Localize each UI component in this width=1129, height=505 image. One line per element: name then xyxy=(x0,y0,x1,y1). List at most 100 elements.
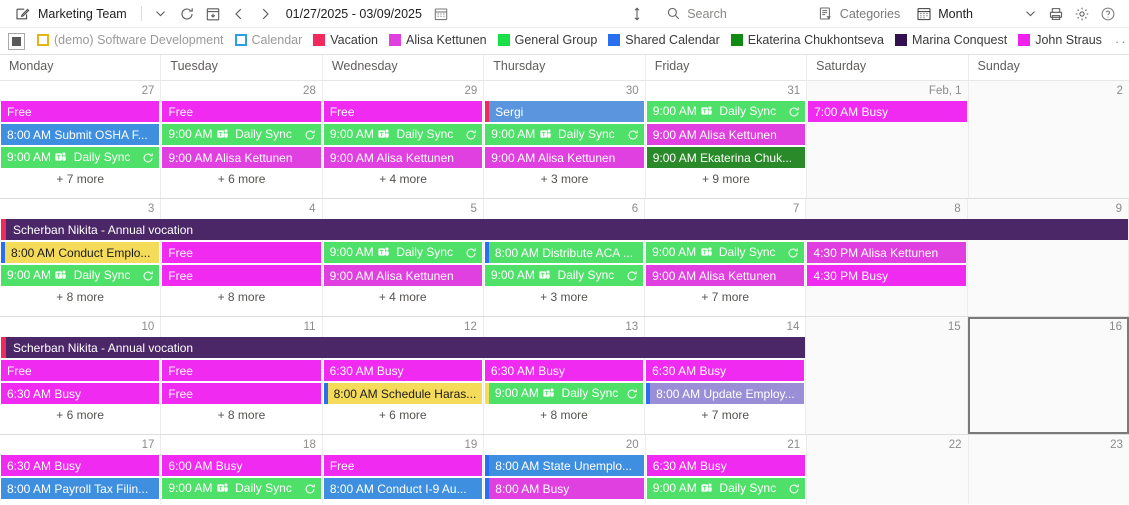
day-number[interactable]: 19 xyxy=(323,435,483,455)
calendar-event[interactable]: 8:00 AM Busy xyxy=(485,478,644,499)
calendar-event[interactable]: 8:00 AM Conduct Emplo... xyxy=(1,242,160,263)
day-cell[interactable]: 21 6:30 AM Busy 9:00 AM Daily Sync xyxy=(645,435,808,504)
more-events-link[interactable]: + 9 more xyxy=(646,170,806,186)
calendar-event[interactable]: 6:30 AM Busy xyxy=(646,360,805,381)
calendar-event[interactable]: 9:00 AM Alisa Kettunen xyxy=(485,147,644,168)
more-events-link[interactable]: + 8 more xyxy=(0,288,160,304)
more-events-link[interactable]: + 8 more xyxy=(161,288,321,304)
more-events-link[interactable]: + 7 more xyxy=(645,288,805,304)
calendar-event[interactable]: 9:00 AM Alisa Kettunen xyxy=(646,265,805,286)
day-number[interactable]: 17 xyxy=(0,435,160,455)
day-cell[interactable]: 15 xyxy=(806,317,968,434)
calendar-event[interactable]: Free xyxy=(162,101,321,122)
day-cell[interactable]: 23 xyxy=(968,435,1129,504)
day-number[interactable]: 3 xyxy=(0,199,160,219)
more-events-link[interactable]: + 7 more xyxy=(0,170,160,186)
refresh-icon[interactable] xyxy=(174,1,200,27)
day-number[interactable]: 28 xyxy=(161,81,321,101)
legend-item[interactable]: John Straus xyxy=(1018,33,1102,47)
day-cell[interactable]: 14 6:30 AM Busy 8:00 AM Update Employ... + … xyxy=(645,317,807,434)
day-cell[interactable]: 19 Free 8:00 AM Conduct I-9 Au... xyxy=(322,435,485,504)
day-cell[interactable]: 4 Free Free + 8 more xyxy=(161,199,323,316)
more-events-link[interactable]: + 6 more xyxy=(161,170,321,186)
day-number[interactable]: 20 xyxy=(484,435,644,455)
calendar-event[interactable]: 9:00 AM Daily Sync xyxy=(646,478,806,499)
calendar-event[interactable]: 8:00 AM Schedule Haras... xyxy=(323,383,482,404)
calendar-event[interactable]: 7:00 AM Busy xyxy=(808,101,967,122)
categories-button[interactable]: Categories xyxy=(813,1,904,27)
calendar-event[interactable]: 9:00 AM Ekaterina Chuk... xyxy=(646,147,806,168)
view-selector[interactable]: Month xyxy=(910,1,977,27)
day-number[interactable]: 15 xyxy=(806,317,966,337)
legend-item[interactable]: Vacation xyxy=(313,33,378,47)
all-calendars-toggle[interactable] xyxy=(8,32,25,50)
calendar-event[interactable]: 9:00 AM Daily Sync xyxy=(1,147,160,168)
legend-item[interactable]: General Group xyxy=(497,33,597,47)
legend-item[interactable]: Marina Conquest xyxy=(895,33,1007,47)
search-box[interactable]: Search xyxy=(660,1,731,27)
calendar-event[interactable]: 6:30 AM Busy xyxy=(484,360,644,381)
day-number[interactable]: 21 xyxy=(646,435,806,455)
more-events-link[interactable]: + 8 more xyxy=(161,406,321,422)
calendar-event[interactable]: 9:00 AM Daily Sync xyxy=(323,242,482,263)
day-cell[interactable]: 28 Free 9:00 AM Daily Sync 9:00 AM Alisa Ke… xyxy=(161,81,323,198)
day-cell[interactable]: 12 6:30 AM Busy 8:00 AM Schedule Haras... +… xyxy=(322,317,484,434)
more-events-link[interactable]: + 8 more xyxy=(484,406,644,422)
day-cell[interactable]: 31 9:00 AM Daily Sync 9:00 AM Alisa Kettun… xyxy=(645,81,808,198)
day-number[interactable]: 4 xyxy=(161,199,321,219)
calendar-event[interactable]: Free xyxy=(162,360,321,381)
help-icon[interactable] xyxy=(1095,1,1121,27)
calendar-event[interactable]: 6:30 AM Busy xyxy=(1,383,160,404)
calendar-event[interactable]: 6:30 AM Busy xyxy=(646,455,806,476)
more-events-link[interactable]: + 6 more xyxy=(0,406,160,422)
gear-icon[interactable] xyxy=(1069,1,1095,27)
calendar-event[interactable]: 9:00 AM Daily Sync xyxy=(323,124,483,145)
day-cell[interactable]: 2 xyxy=(968,81,1129,198)
day-number[interactable]: 13 xyxy=(484,317,644,337)
calendar-event[interactable]: 9:00 AM Daily Sync xyxy=(1,265,160,286)
day-number[interactable]: 10 xyxy=(0,317,160,337)
day-cell[interactable]: 20 8:00 AM State Unemplo... 8:00 AM Busy xyxy=(484,435,646,504)
day-cell[interactable]: 8 4:30 PM Alisa Kettunen 4:30 PM Busy xyxy=(806,199,968,316)
calendar-event[interactable]: 8:00 AM Submit OSHA F... xyxy=(1,124,160,145)
legend-item[interactable]: Calendar xyxy=(234,33,302,47)
today-icon[interactable] xyxy=(200,1,226,27)
calendar-event[interactable]: 4:30 PM Busy xyxy=(807,265,966,286)
print-icon[interactable] xyxy=(1043,1,1069,27)
day-number[interactable]: 2 xyxy=(969,81,1129,101)
calendar-event[interactable]: 8:00 AM State Unemplo... xyxy=(485,455,644,476)
day-cell[interactable]: 11 Free Free + 8 more xyxy=(161,317,323,434)
calendar-event[interactable]: Sergi xyxy=(485,101,644,122)
day-number[interactable]: 31 xyxy=(646,81,806,101)
legend-item[interactable]: Alisa Kettunen xyxy=(388,33,487,47)
day-cell[interactable]: 18 6:00 AM Busy 9:00 AM Daily Sync xyxy=(161,435,323,504)
day-number[interactable]: 12 xyxy=(323,317,483,337)
calendar-event[interactable]: 9:00 AM Daily Sync xyxy=(646,101,806,122)
calendar-event[interactable]: 9:00 AM Daily Sync xyxy=(484,265,644,286)
more-events-link[interactable]: + 3 more xyxy=(484,170,644,186)
day-number[interactable]: 22 xyxy=(807,435,967,455)
day-number[interactable]: 11 xyxy=(161,317,321,337)
day-number[interactable]: 29 xyxy=(323,81,483,101)
calendar-event[interactable]: Free xyxy=(162,242,321,263)
expand-vertical-icon[interactable] xyxy=(624,1,650,27)
more-events-link[interactable]: + 3 more xyxy=(484,288,644,304)
calendar-event[interactable]: 9:00 AM Alisa Kettunen xyxy=(323,265,482,286)
day-cell[interactable]: Feb, 1 7:00 AM Busy xyxy=(807,81,969,198)
more-events-link[interactable]: + 6 more xyxy=(323,406,483,422)
calendar-event[interactable]: Free xyxy=(162,265,321,286)
search-input[interactable]: Search xyxy=(687,7,727,21)
legend-item[interactable]: Shared Calendar xyxy=(608,33,720,47)
calendar-event[interactable]: 4:30 PM Alisa Kettunen xyxy=(807,242,966,263)
legend-overflow-button[interactable]: ··· xyxy=(1113,34,1129,49)
day-cell[interactable]: 5 9:00 AM Daily Sync 9:00 AM Alisa Kettune… xyxy=(322,199,484,316)
day-number[interactable]: 8 xyxy=(806,199,966,219)
day-cell[interactable]: 6 8:00 AM Distribute ACA ... 9:00 AM Daily… xyxy=(483,199,646,316)
chevron-left-icon[interactable] xyxy=(226,1,252,27)
day-number[interactable]: 9 xyxy=(968,199,1128,219)
day-number[interactable]: 5 xyxy=(323,199,483,219)
day-cell[interactable]: 13 6:30 AM Busy 9:00 AM Daily Sync + 8 more xyxy=(483,317,646,434)
calendar-event[interactable]: Free xyxy=(162,383,321,404)
calendar-event[interactable]: 6:30 AM Busy xyxy=(323,360,482,381)
more-events-link[interactable]: + 4 more xyxy=(323,288,483,304)
